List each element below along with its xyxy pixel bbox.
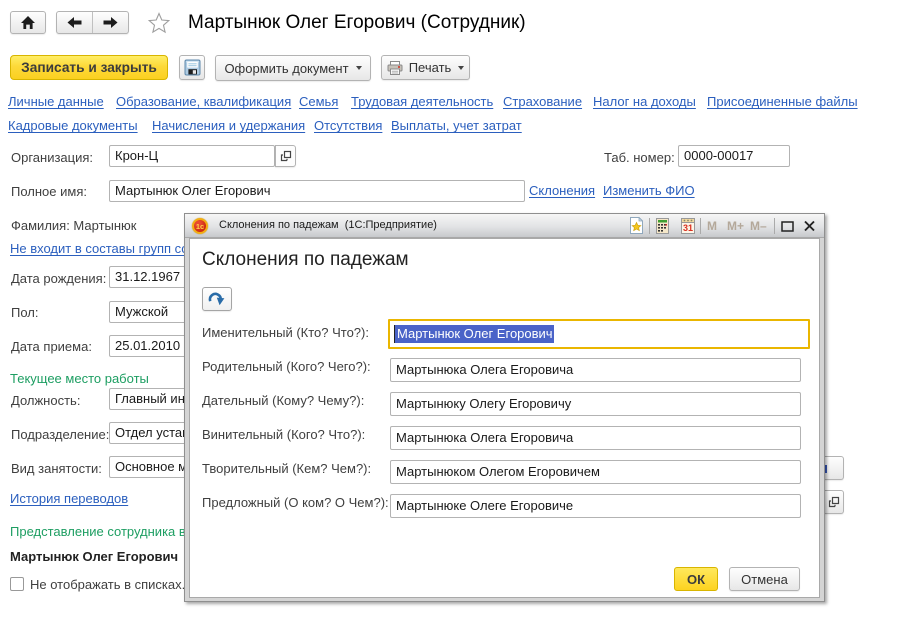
svg-text:31: 31	[683, 223, 693, 233]
